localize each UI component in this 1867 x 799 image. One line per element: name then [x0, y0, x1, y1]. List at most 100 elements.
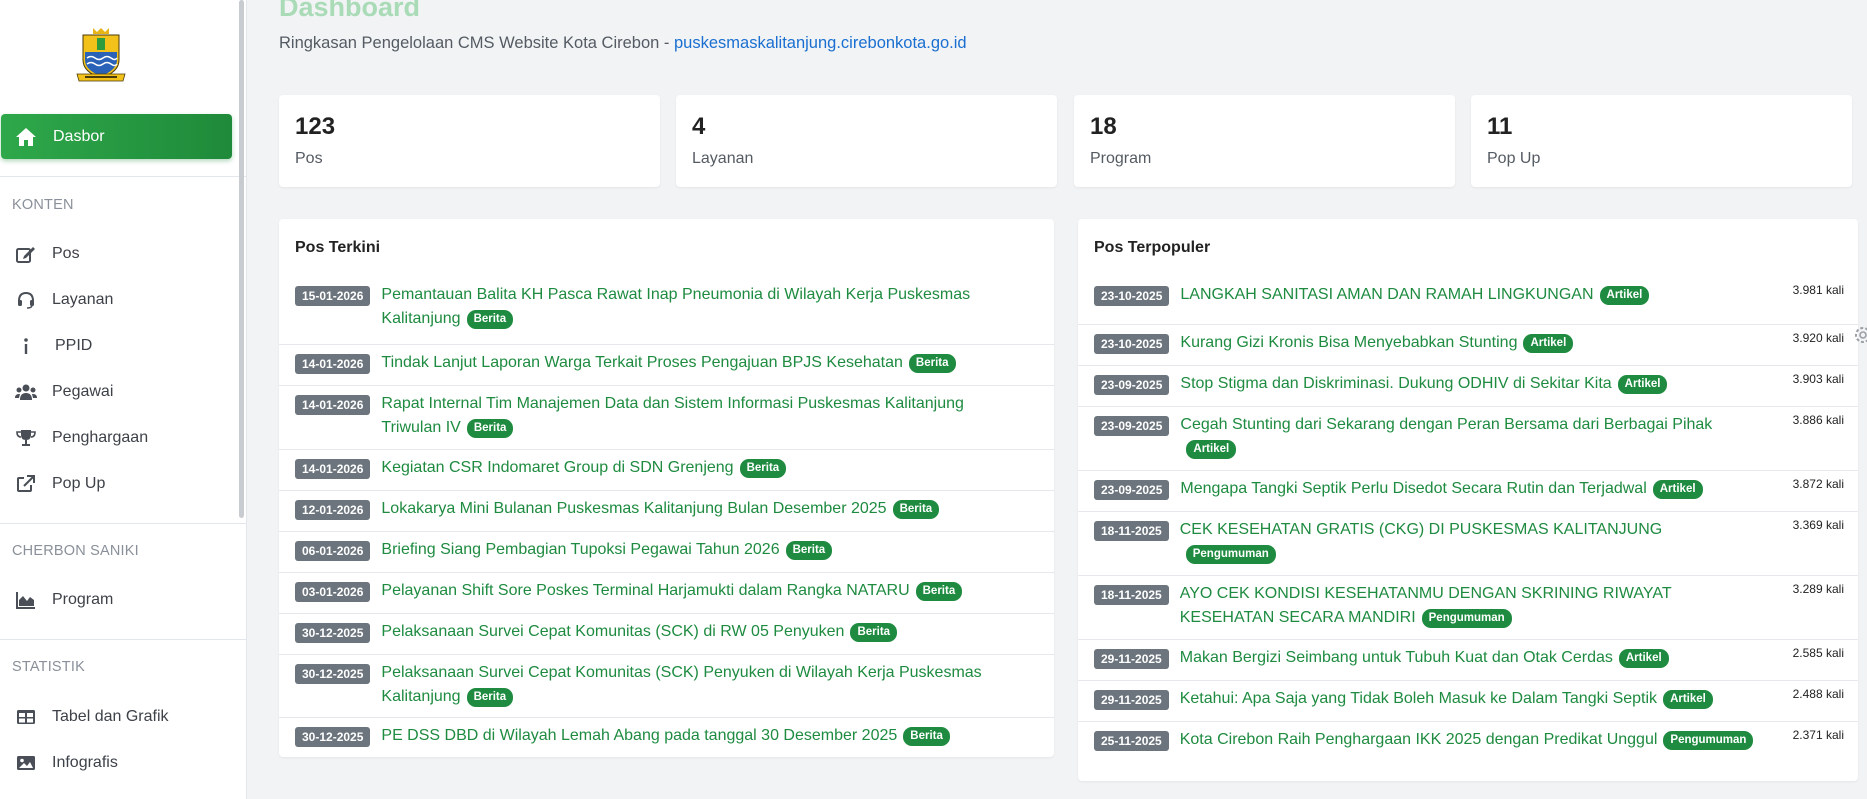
post-title[interactable]: Rapat Internal Tim Manajemen Data dan Si…	[381, 392, 1021, 440]
info-icon	[15, 336, 37, 356]
post-title[interactable]: Tindak Lanjut Laporan Warga Terkait Pros…	[381, 351, 956, 375]
post-title-text[interactable]: Lokakarya Mini Bulanan Puskesmas Kalitan…	[381, 500, 886, 517]
home-icon	[15, 127, 39, 147]
panel-title: Pos Terpopuler	[1094, 239, 1211, 256]
post-row[interactable]: 23-09-2025 Stop Stigma dan Diskriminasi. …	[1078, 365, 1858, 396]
post-title[interactable]: Ketahui: Apa Saja yang Tidak Boleh Masuk…	[1180, 687, 1713, 711]
sidebar-item-pos[interactable]: Pos	[0, 234, 235, 274]
date-badge: 14-01-2026	[295, 395, 371, 415]
post-row[interactable]: 30-12-2025 Pelaksanaan Survei Cepat Komun…	[279, 613, 1054, 644]
post-title[interactable]: Pelaksanaan Survei Cepat Komunitas (SCK)…	[381, 620, 898, 644]
post-row[interactable]: 30-12-2025 Pelaksanaan Survei Cepat Komun…	[279, 654, 1054, 709]
post-row[interactable]: 15-01-2026 Pemantauan Balita KH Pasca Raw…	[279, 283, 1054, 331]
post-title-text[interactable]: Pelaksanaan Survei Cepat Komunitas (SCK)…	[381, 623, 844, 640]
post-row[interactable]: 23-09-2025 Cegah Stunting dari Sekarang d…	[1078, 406, 1858, 461]
post-row[interactable]: 03-01-2026 Pelayanan Shift Sore Poskes Te…	[279, 572, 1054, 603]
post-row[interactable]: 30-12-2025 PE DSS DBD di Wilayah Lemah Ab…	[279, 717, 1054, 748]
date-badge: 30-12-2025	[295, 664, 371, 684]
post-title[interactable]: PE DSS DBD di Wilayah Lemah Abang pada t…	[381, 724, 950, 748]
category-badge: Artikel	[1617, 375, 1668, 394]
sidebar-item-pop-up[interactable]: Pop Up	[0, 464, 235, 504]
post-row[interactable]: 14-01-2026 Tindak Lanjut Laporan Warga Te…	[279, 344, 1054, 375]
post-title-text[interactable]: Pelayanan Shift Sore Poskes Terminal Har…	[381, 582, 909, 599]
post-row[interactable]: 23-09-2025 Mengapa Tangki Septik Perlu Di…	[1078, 470, 1858, 501]
post-title-text[interactable]: Cegah Stunting dari Sekarang dengan Pera…	[1180, 416, 1712, 433]
sidebar-item-layanan[interactable]: Layanan	[0, 280, 235, 320]
post-title-text[interactable]: Ketahui: Apa Saja yang Tidak Boleh Masuk…	[1180, 690, 1657, 707]
post-title[interactable]: Stop Stigma dan Diskriminasi. Dukung ODH…	[1180, 372, 1668, 396]
category-badge: Berita	[785, 541, 833, 560]
post-row[interactable]: 29-11-2025 Ketahui: Apa Saja yang Tidak B…	[1078, 680, 1858, 711]
post-row[interactable]: 06-01-2026 Briefing Siang Pembagian Tupok…	[279, 531, 1054, 562]
post-title[interactable]: Makan Bergizi Seimbang untuk Tubuh Kuat …	[1180, 646, 1669, 670]
post-title-text[interactable]: CEK KESEHATAN GRATIS (CKG) DI PUSKESMAS …	[1180, 521, 1662, 538]
headset-icon	[15, 290, 37, 310]
date-badge: 23-09-2025	[1094, 375, 1170, 395]
post-title-text[interactable]: Tindak Lanjut Laporan Warga Terkait Pros…	[381, 354, 903, 371]
post-title-text[interactable]: Kurang Gizi Kronis Bisa Menyebabkan Stun…	[1180, 334, 1517, 351]
sidebar-item-tabel-dan-grafik[interactable]: Tabel dan Grafik	[0, 697, 235, 737]
post-row[interactable]: 25-11-2025 Kota Cirebon Raih Penghargaan …	[1078, 721, 1858, 752]
post-row[interactable]: 23-10-2025 LANGKAH SANITASI AMAN DAN RAMA…	[1078, 283, 1858, 307]
post-title[interactable]: Mengapa Tangki Septik Perlu Disedot Seca…	[1180, 477, 1703, 501]
post-title-text[interactable]: LANGKAH SANITASI AMAN DAN RAMAH LINGKUNG…	[1180, 286, 1593, 303]
post-row[interactable]: 14-01-2026 Rapat Internal Tim Manajemen D…	[279, 385, 1054, 440]
sidebar-item-program[interactable]: Program	[0, 580, 235, 620]
post-title[interactable]: Lokakarya Mini Bulanan Puskesmas Kalitan…	[381, 497, 940, 521]
post-title-text[interactable]: PE DSS DBD di Wilayah Lemah Abang pada t…	[381, 727, 897, 744]
category-badge: Berita	[466, 419, 514, 438]
post-title-text[interactable]: Mengapa Tangki Septik Perlu Disedot Seca…	[1180, 480, 1646, 497]
category-badge: Berita	[915, 582, 963, 601]
section-title-statistik: STATISTIK	[12, 659, 85, 675]
post-row[interactable]: 29-11-2025 Makan Bergizi Seimbang untuk T…	[1078, 639, 1858, 670]
category-badge: Pengumuman	[1663, 731, 1754, 750]
sidebar-item-dasbor[interactable]: Dasbor	[1, 114, 232, 159]
post-row[interactable]: 23-10-2025 Kurang Gizi Kronis Bisa Menyeb…	[1078, 324, 1858, 355]
post-row[interactable]: 18-11-2025 CEK KESEHATAN GRATIS (CKG) DI …	[1078, 511, 1858, 566]
date-badge: 29-11-2025	[1094, 649, 1169, 669]
stat-card-pop-up: 11 Pop Up	[1471, 95, 1852, 187]
sidebar-item-label: Pop Up	[52, 475, 106, 492]
sidebar-scrollbar[interactable]	[239, 0, 244, 518]
category-badge: Artikel	[1663, 690, 1713, 709]
post-title[interactable]: Pelayanan Shift Sore Poskes Terminal Har…	[381, 579, 963, 603]
sidebar-item-pegawai[interactable]: Pegawai	[0, 372, 235, 412]
kota-cirebon-crest-icon[interactable]	[73, 26, 129, 84]
post-title-text[interactable]: Makan Bergizi Seimbang untuk Tubuh Kuat …	[1180, 649, 1613, 666]
post-title[interactable]: Pemantauan Balita KH Pasca Rawat Inap Pn…	[381, 283, 1021, 331]
post-row[interactable]: 12-01-2026 Lokakarya Mini Bulanan Puskesm…	[279, 490, 1054, 521]
post-title-text[interactable]: Briefing Siang Pembagian Tupoksi Pegawai…	[381, 541, 779, 558]
sidebar-item-infografis[interactable]: Infografis	[0, 743, 235, 783]
external-link-icon	[15, 474, 37, 494]
post-title[interactable]: Briefing Siang Pembagian Tupoksi Pegawai…	[381, 538, 833, 562]
post-title[interactable]: Kegiatan CSR Indomaret Group di SDN Gren…	[381, 456, 787, 480]
post-title[interactable]: Kota Cirebon Raih Penghargaan IKK 2025 d…	[1180, 728, 1754, 752]
post-title-text[interactable]: Stop Stigma dan Diskriminasi. Dukung ODH…	[1180, 375, 1611, 392]
post-title[interactable]: Cegah Stunting dari Sekarang dengan Pera…	[1180, 413, 1758, 461]
view-count: 3.369 kali	[1792, 518, 1844, 532]
sidebar-divider	[0, 176, 247, 177]
post-row[interactable]: 18-11-2025 AYO CEK KONDISI KESEHATANMU DE…	[1078, 575, 1858, 630]
website-link[interactable]: puskesmaskalitanjung.cirebonkota.go.id	[674, 34, 967, 52]
sidebar-item-ppid[interactable]: PPID	[0, 326, 235, 366]
sidebar-item-penghargaan[interactable]: Penghargaan	[0, 418, 235, 458]
sidebar-item-label: Tabel dan Grafik	[52, 708, 169, 725]
post-title[interactable]: AYO CEK KONDISI KESEHATANMU DENGAN SKRIN…	[1180, 582, 1758, 630]
post-title[interactable]: Kurang Gizi Kronis Bisa Menyebabkan Stun…	[1180, 331, 1574, 355]
post-title[interactable]: Pelaksanaan Survei Cepat Komunitas (SCK)…	[381, 661, 1021, 709]
view-count: 3.981 kali	[1792, 283, 1844, 297]
category-badge: Pengumuman	[1421, 609, 1512, 628]
post-title[interactable]: CEK KESEHATAN GRATIS (CKG) DI PUSKESMAS …	[1180, 518, 1758, 566]
stat-value: 18	[1090, 113, 1117, 140]
date-badge: 29-11-2025	[1094, 690, 1169, 710]
post-row[interactable]: 14-01-2026 Kegiatan CSR Indomaret Group d…	[279, 449, 1054, 480]
stat-value: 4	[692, 113, 706, 140]
gear-icon[interactable]	[1852, 324, 1867, 346]
sidebar-item-label: Dasbor	[53, 127, 105, 145]
date-badge: 18-11-2025	[1094, 585, 1169, 605]
sidebar-divider	[0, 639, 247, 640]
page-title: Dashboard	[279, 0, 421, 22]
post-title[interactable]: LANGKAH SANITASI AMAN DAN RAMAH LINGKUNG…	[1180, 283, 1650, 307]
post-title-text[interactable]: Kegiatan CSR Indomaret Group di SDN Gren…	[381, 459, 733, 476]
post-title-text[interactable]: Kota Cirebon Raih Penghargaan IKK 2025 d…	[1180, 731, 1658, 748]
